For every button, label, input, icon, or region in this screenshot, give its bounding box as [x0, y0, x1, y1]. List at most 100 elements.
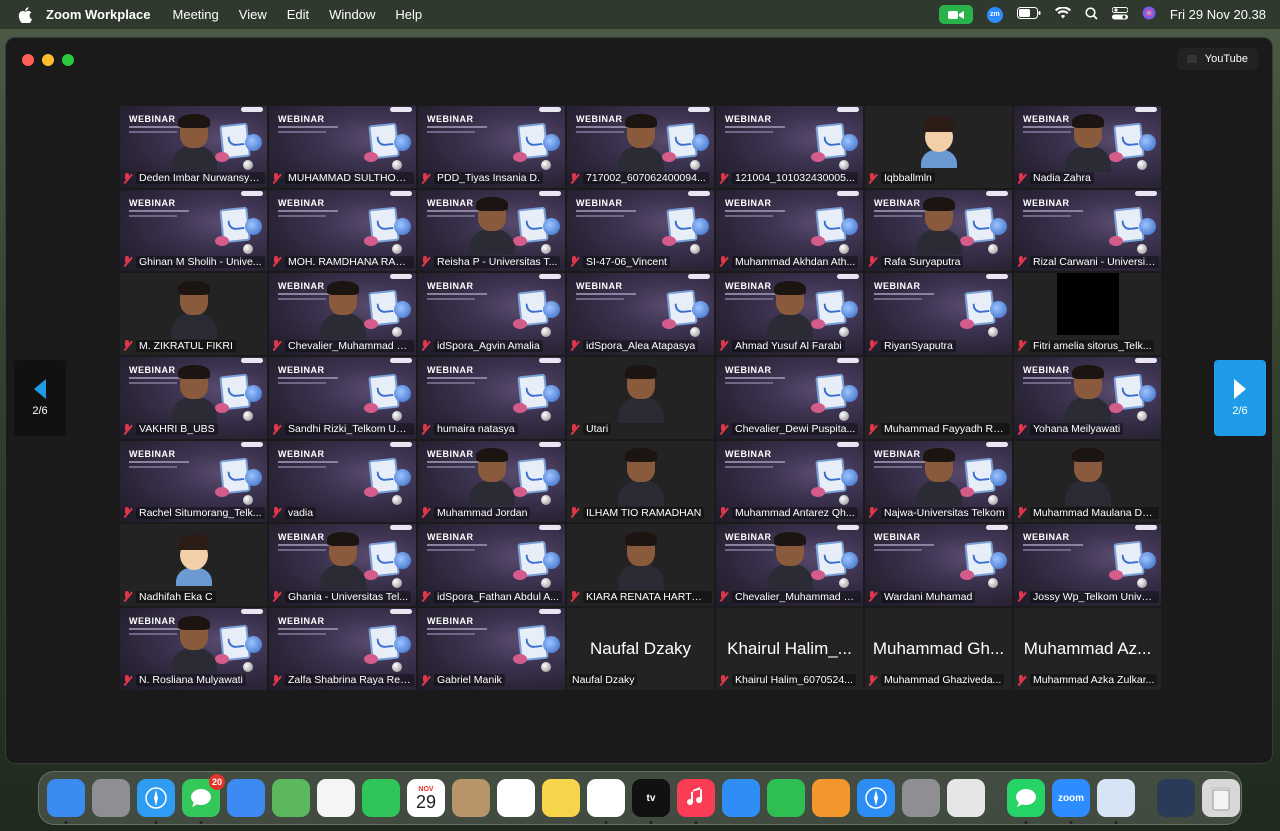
participant-tile[interactable]: Utari [566, 356, 715, 440]
globe-icon [990, 301, 1007, 319]
participant-tile[interactable]: WEBINAR Wardani Muhamad [864, 523, 1013, 608]
siri-icon[interactable] [1142, 6, 1156, 23]
zoom-status-icon[interactable]: zm [986, 6, 1003, 23]
participant-tile[interactable]: WEBINAR Nadia Zahra [1013, 105, 1162, 189]
mail-icon[interactable] [227, 779, 265, 817]
participant-tile[interactable]: WEBINAR Ghania - Universitas Tel... [268, 523, 417, 608]
participant-tile[interactable]: Naufal Dzaky Naufal Dzaky [566, 607, 715, 691]
participant-tile[interactable]: Khairul Halim_... Khairul Halim_6070524..… [715, 607, 864, 691]
participant-tile[interactable]: WEBINAR Muhammad Jordan [417, 439, 566, 524]
trash-icon[interactable] [1202, 779, 1240, 817]
maps-icon[interactable] [272, 779, 310, 817]
participant-tile[interactable]: WEBINAR N. Rosliana Mulyawati [119, 607, 268, 691]
freeform-icon[interactable] [587, 779, 625, 824]
finder-icon[interactable] [47, 779, 85, 824]
participant-tile[interactable]: WEBINAR PDD_Tiyas Insania D. [417, 105, 566, 189]
globe-icon [543, 468, 560, 486]
participant-tile[interactable]: WEBINAR Rachel Situmorang_Telk... [119, 439, 268, 524]
participant-tile[interactable]: Fitri amelia sitorus_Telk... [1013, 272, 1162, 357]
menu-edit[interactable]: Edit [287, 7, 309, 22]
participant-tile[interactable]: WEBINAR Sandhi Rizki_Telkom Uni... [268, 356, 417, 440]
facetime-icon[interactable] [362, 779, 400, 817]
downloads-icon[interactable] [1157, 779, 1195, 817]
apple-logo-icon[interactable] [16, 6, 34, 24]
safari-icon[interactable] [137, 779, 175, 824]
messages-icon[interactable]: 20 [182, 774, 225, 824]
pages-icon[interactable] [812, 779, 850, 817]
launchpad-icon[interactable] [92, 779, 130, 817]
participant-tile[interactable]: WEBINAR Chevalier_Muhammad R... [268, 272, 417, 357]
participant-tile[interactable]: WEBINAR Yohana Meilyawati [1013, 356, 1162, 440]
notes-icon[interactable] [542, 779, 580, 817]
shared-screen-label[interactable]: YouTube [1176, 48, 1258, 70]
participant-tile[interactable]: WEBINAR Zalfa Shabrina Raya Rez... [268, 607, 417, 691]
participant-tile[interactable]: Iqbballmln [864, 105, 1013, 189]
minimize-window-button[interactable] [42, 54, 54, 66]
wifi-icon[interactable] [1054, 6, 1071, 22]
participant-tile[interactable]: WEBINAR RiyanSyaputra [864, 272, 1013, 357]
battery-icon[interactable] [1016, 7, 1041, 22]
participant-tile[interactable]: ILHAM TIO RAMADHAN [566, 439, 715, 524]
app-menu-zoom[interactable]: Zoom Workplace [46, 7, 151, 22]
previous-page-button[interactable]: 2/6 [14, 360, 66, 436]
participant-tile[interactable]: WEBINAR 121004_101032430005... [715, 105, 864, 189]
menu-help[interactable]: Help [395, 7, 422, 22]
participant-tile[interactable]: WEBINAR idSpora_Fathan Abdul A... [417, 523, 566, 608]
participant-tile[interactable]: WEBINAR Rafa Suryaputra [864, 188, 1013, 273]
participant-tile[interactable]: WEBINAR Jossy Wp_Telkom Unive... [1013, 523, 1162, 608]
participant-tile[interactable]: WEBINAR humaira natasya [417, 356, 566, 440]
reminders-icon[interactable] [497, 779, 535, 817]
keynote-icon[interactable] [722, 779, 760, 817]
whatsapp-icon[interactable] [1007, 779, 1045, 824]
participant-tile[interactable]: WEBINAR MOH. RAMDHANA RAFI... [268, 188, 417, 273]
app-store-icon[interactable] [857, 779, 895, 817]
system-settings-icon[interactable] [902, 779, 940, 817]
participant-tile[interactable]: WEBINAR idSpora_Agvin Amalia [417, 272, 566, 357]
menu-meeting[interactable]: Meeting [173, 7, 219, 22]
participant-tile[interactable]: WEBINAR Gabriel Manik [417, 607, 566, 691]
zoom-window-button[interactable] [62, 54, 74, 66]
participant-tile[interactable]: WEBINAR Rizal Carwani - Universit... [1013, 188, 1162, 273]
contacts-icon[interactable] [452, 779, 490, 817]
menu-window[interactable]: Window [329, 7, 375, 22]
tv-icon[interactable]: tv [632, 779, 670, 824]
participant-tile[interactable]: WEBINAR MUHAMMAD SULTHON... [268, 105, 417, 189]
participant-tile[interactable]: Muhammad Az... Muhammad Azka Zulkar... [1013, 607, 1162, 691]
participant-tile[interactable]: WEBINAR Ghinan M Sholih - Unive... [119, 188, 268, 273]
flower-decoration [215, 235, 229, 246]
control-center-icon[interactable] [1111, 6, 1129, 23]
calendar-icon[interactable]: NOV 29 [407, 779, 445, 817]
camera-in-use-icon[interactable] [938, 5, 973, 24]
participant-tile[interactable]: WEBINAR Reisha P - Universitas T... [417, 188, 566, 273]
participant-tile[interactable]: WEBINAR Najwa-Universitas Telkom [864, 439, 1013, 524]
photos-icon[interactable] [317, 779, 355, 817]
participant-tile[interactable]: WEBINAR Muhammad Antarez Qh... [715, 439, 864, 524]
menu-bar-clock[interactable]: Fri 29 Nov 20.38 [1170, 7, 1266, 22]
participant-tile[interactable]: Muhammad Gh... Muhammad Ghaziveda... [864, 607, 1013, 691]
search-icon[interactable] [1085, 6, 1098, 23]
participant-tile[interactable]: KIARA RENATA HARTON... [566, 523, 715, 608]
participant-tile[interactable]: Muhammad Maulana Da... [1013, 439, 1162, 524]
menu-view[interactable]: View [239, 7, 267, 22]
participant-tile[interactable]: WEBINAR Chevalier_Muhammad H... [715, 523, 864, 608]
zoom-icon[interactable]: zoom [1052, 779, 1090, 824]
participant-tile[interactable]: WEBINAR idSpora_Alea Atapasya [566, 272, 715, 357]
participant-tile[interactable]: WEBINAR SI-47-06_Vincent [566, 188, 715, 273]
music-icon[interactable] [677, 779, 715, 824]
participant-tile[interactable]: WEBINAR vadia [268, 439, 417, 524]
mic-muted-icon [867, 674, 878, 686]
participant-tile[interactable]: WEBINAR Chevalier_Dewi Puspita... [715, 356, 864, 440]
participant-tile[interactable]: Muhammad Fayyadh Rai... [864, 356, 1013, 440]
participant-tile[interactable]: WEBINAR Ahmad Yusuf Al Farabi [715, 272, 864, 357]
participant-tile[interactable]: WEBINAR Muhammad Akhdan Ath... [715, 188, 864, 273]
participant-tile[interactable]: M. ZIKRATUL FIKRI [119, 272, 268, 357]
participant-tile[interactable]: Nadhifah Eka C [119, 523, 268, 608]
participant-tile[interactable]: WEBINAR Deden Imbar Nurwansya... [119, 105, 268, 189]
iphone-mirroring-icon[interactable] [947, 779, 985, 817]
close-window-button[interactable] [22, 54, 34, 66]
next-page-button[interactable]: 2/6 [1214, 360, 1266, 436]
participant-tile[interactable]: WEBINAR 717002_607062400094... [566, 105, 715, 189]
numbers-icon[interactable] [767, 779, 805, 817]
participant-tile[interactable]: WEBINAR VAKHRI B_UBS [119, 356, 268, 440]
preview-icon[interactable] [1097, 779, 1135, 824]
